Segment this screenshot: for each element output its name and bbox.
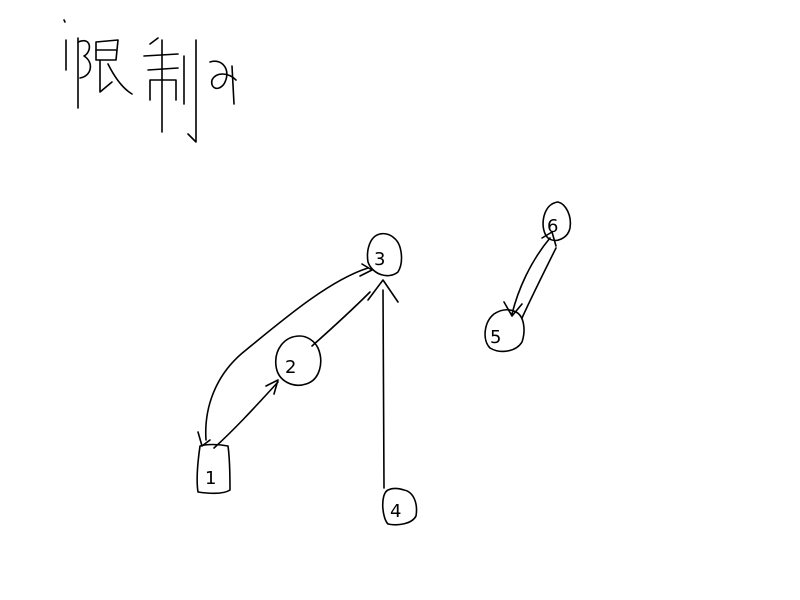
arrowhead-2: [265, 379, 279, 395]
node-4: 4: [381, 487, 418, 526]
node-label-5: 5: [490, 327, 501, 348]
diagram-svg: 1 2 3 4 5 6: [63, 19, 572, 526]
node-3: 3: [366, 232, 403, 277]
edge-1-3: [204, 267, 369, 441]
edge-4-3: [382, 289, 385, 489]
edges: [197, 231, 557, 489]
edge-2-3: [311, 291, 371, 347]
node-label-4: 4: [390, 501, 401, 522]
sketch-canvas: 1 2 3 4 5 6: [0, 0, 800, 600]
node-2: 2: [275, 335, 322, 386]
node-label-1: 1: [205, 468, 216, 489]
node-label-6: 6: [547, 216, 558, 237]
edge-1-2: [213, 381, 279, 449]
node-1: 1: [196, 443, 231, 495]
node-label-2: 2: [285, 357, 296, 378]
handwritten-title: [63, 19, 237, 143]
node-6: 6: [542, 201, 572, 242]
edge-5-6-a: [511, 237, 551, 315]
node-5: 5: [484, 309, 525, 353]
node-label-3: 3: [374, 249, 385, 270]
edge-5-6-b: [521, 247, 557, 319]
